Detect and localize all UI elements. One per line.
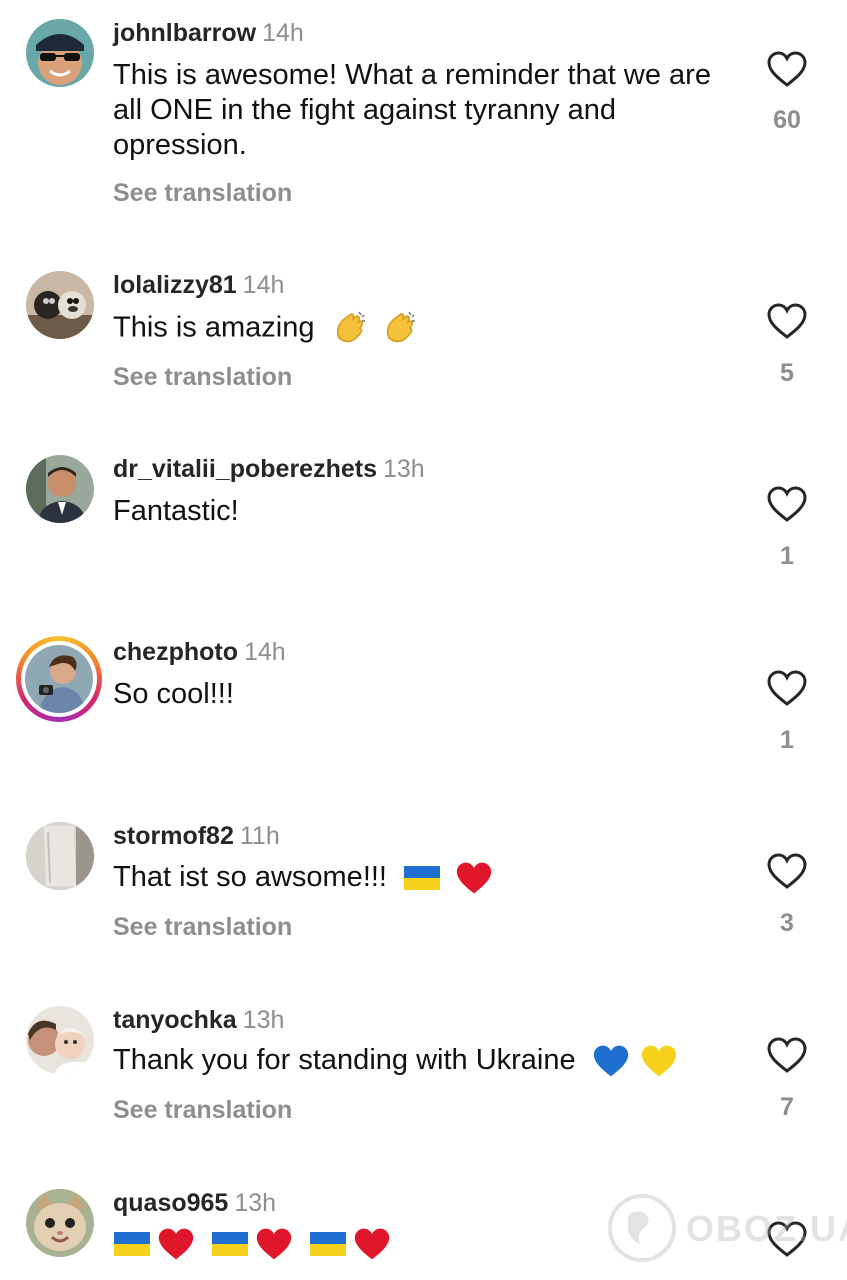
timestamp: 14h — [244, 638, 286, 666]
red-heart-emoji — [158, 1228, 194, 1260]
timestamp: 14h — [242, 271, 285, 299]
avatar[interactable] — [26, 271, 94, 339]
avatar[interactable] — [26, 455, 94, 523]
heart-icon[interactable] — [766, 50, 808, 88]
avatar[interactable] — [26, 19, 94, 87]
comment-text: Thank you for standing with Ukraine — [113, 1044, 576, 1076]
comment-meta: johnlbarrow 14h — [113, 18, 304, 48]
timestamp: 14h — [262, 19, 304, 47]
see-translation-button[interactable]: See translation — [113, 912, 292, 942]
see-translation-button[interactable]: See translation — [113, 1095, 292, 1125]
red-heart-emoji — [354, 1228, 390, 1260]
username[interactable]: tanyochka — [113, 1006, 237, 1034]
heart-icon[interactable] — [766, 1036, 808, 1074]
timestamp: 13h — [382, 455, 425, 483]
comment-meta: tanyochka 13h — [113, 1005, 284, 1035]
story-ring-avatar[interactable] — [16, 636, 102, 722]
clapping-hands-emoji — [386, 311, 415, 343]
username[interactable]: dr_vitalii_poberezhets — [113, 455, 377, 483]
see-translation-button[interactable]: See translation — [113, 362, 292, 392]
comment-meta: chezphoto 14h — [113, 637, 286, 667]
username[interactable]: quaso965 — [113, 1189, 228, 1217]
comment-meta: dr_vitalii_poberezhets 13h — [113, 454, 425, 484]
red-heart-emoji — [256, 1228, 292, 1260]
ukraine-flag-emoji — [114, 1232, 150, 1257]
comment-text: Fantastic! — [113, 495, 239, 527]
ukraine-flag-emoji — [212, 1232, 248, 1257]
see-translation-button[interactable]: See translation — [113, 178, 292, 208]
username[interactable]: stormof82 — [113, 822, 234, 850]
comment-text: This is awesome! What a reminder that we… — [113, 59, 711, 161]
comment-text: So cool!!! — [113, 678, 234, 710]
timestamp: 11h — [239, 822, 280, 850]
heart-icon[interactable] — [766, 852, 808, 890]
heart-icon[interactable] — [766, 669, 808, 707]
like-count: 7 — [780, 1093, 794, 1121]
like-count: 60 — [773, 106, 801, 134]
comment-meta: quaso965 13h — [113, 1188, 276, 1218]
comment-text-line: Thank you for standing with Ukraine — [113, 1043, 733, 1079]
comment-text-line: That ist so awsome!!! — [113, 860, 733, 896]
avatar[interactable] — [26, 1189, 94, 1257]
username[interactable]: chezphoto — [113, 638, 238, 666]
yellow-heart-emoji — [641, 1045, 676, 1077]
comment-text: This is amazing — [113, 311, 315, 344]
red-heart-emoji — [456, 862, 492, 894]
clapping-hands-emoji — [336, 311, 365, 343]
timestamp: 13h — [242, 1006, 285, 1034]
username[interactable]: johnlbarrow — [113, 19, 256, 47]
comment-text-line: This is amazing — [113, 310, 733, 348]
like-count: 1 — [780, 726, 794, 754]
ukraine-flag-emoji — [310, 1232, 346, 1257]
timestamp: 13h — [234, 1189, 277, 1217]
like-count: 3 — [780, 909, 794, 937]
avatar[interactable] — [26, 1006, 94, 1074]
globe-logo-icon — [608, 1194, 676, 1262]
heart-icon[interactable] — [766, 302, 808, 340]
watermark-text: OBOZ.UA — [686, 1208, 847, 1249]
avatar[interactable] — [26, 822, 94, 890]
watermark: OBOZ.UA — [604, 1192, 847, 1264]
like-count: 1 — [780, 542, 794, 570]
ukraine-flag-emoji — [404, 866, 441, 891]
like-count: 5 — [780, 359, 794, 387]
heart-icon[interactable] — [766, 485, 808, 523]
comment-meta: stormof82 11h — [113, 821, 280, 851]
comment-meta: lolalizzy81 14h — [113, 270, 284, 300]
username[interactable]: lolalizzy81 — [113, 271, 237, 299]
comment-text: That ist so awsome!!! — [113, 861, 387, 893]
blue-heart-emoji — [593, 1045, 628, 1077]
